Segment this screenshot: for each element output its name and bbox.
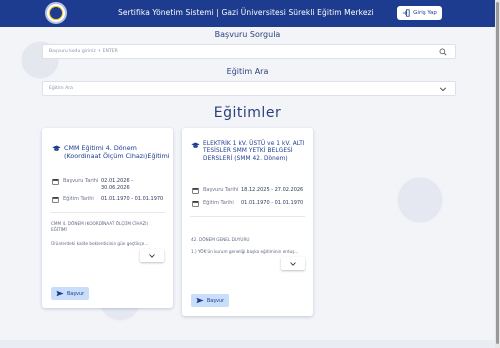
apply-button[interactable]: Başvur	[51, 287, 89, 300]
filter-section-title: Eğitim Ara	[226, 67, 269, 76]
login-button[interactable]: Giriş Yap	[397, 6, 442, 20]
chevron-down-icon	[149, 253, 155, 258]
scrollbar-thumb[interactable]	[496, 2, 499, 344]
chevron-down-icon[interactable]	[439, 85, 447, 93]
training-desc-title: 42. DÖNEM GENEL DUYURU	[191, 237, 250, 242]
apply-button[interactable]: Başvur	[191, 294, 229, 307]
apply-button-label: Başvur	[66, 290, 85, 297]
login-button-label: Giriş Yap	[413, 10, 437, 16]
top-header: Sertifika Yönetim Sistemi | Gazi Ünivers…	[0, 0, 495, 27]
training-card-title[interactable]: ELEKTRİK 1 kV. ÜSTÜ ve 1 kV. ALTI TESİSL…	[203, 141, 315, 163]
expand-button[interactable]	[140, 249, 164, 262]
university-logo[interactable]	[45, 2, 67, 24]
page-scrollbar[interactable]	[495, 0, 500, 348]
training-desc-text: 1.) YÖK'ün kurum geneli̇ği̇ başka eğitim…	[191, 249, 299, 254]
footer	[0, 340, 495, 348]
calendar-icon	[192, 188, 199, 194]
training-date-value: 01.01.1970 - 01.01.1970	[241, 200, 304, 206]
application-date-value: 18.12.2025 - 27.02.2026	[241, 187, 304, 193]
application-date-value: 02.01.2026 - 30.06.2026	[101, 178, 134, 191]
training-select[interactable]: Eğitim Ara	[42, 81, 456, 96]
calendar-icon	[192, 201, 199, 207]
training-date-label: Eğitim Tarihi	[203, 200, 234, 206]
page: Sertifika Yönetim Sistemi | Gazi Ünivers…	[0, 0, 495, 348]
application-date-label: Başvuru Tarihi	[203, 187, 239, 193]
training-date-label: Eğitim Tarihi	[63, 196, 94, 202]
graduation-cap-icon	[52, 145, 61, 151]
application-date-label: Başvuru Tarihi	[63, 178, 99, 184]
training-card-title[interactable]: CMM Eğitimi 4. Dönem (Koordinaat Ölçüm C…	[64, 144, 170, 160]
search-placeholder: Başvuru kodu giriniz + ENTER	[49, 49, 118, 54]
send-icon	[196, 297, 204, 304]
chevron-down-icon	[290, 261, 296, 266]
divider	[190, 216, 305, 217]
training-desc-text: Ürünlerdeki kalite beklentisinin gün geç…	[51, 241, 149, 246]
search-input[interactable]: Başvuru kodu giriniz + ENTER	[42, 44, 456, 59]
calendar-icon	[52, 179, 59, 185]
training-card: CMM Eğitimi 4. Dönem (Koordinaat Ölçüm C…	[42, 128, 173, 308]
apply-button-label: Başvur	[206, 297, 225, 304]
graduation-cap-icon	[191, 142, 200, 148]
training-select-value: Eğitim Ara	[49, 86, 73, 91]
send-icon	[56, 290, 64, 297]
search-icon[interactable]	[439, 48, 447, 56]
training-desc-title: CMM 4. DÖNEM (KOORDİNAAT ÖLÇÜM CİHAZI) E…	[51, 221, 149, 232]
divider	[50, 212, 165, 213]
training-date-value: 01.01.1970 - 01.01.1970	[101, 196, 164, 202]
search-section-title: Başvuru Sorgula	[214, 30, 281, 39]
trainings-title: Eğitimler	[213, 105, 282, 121]
training-card: ELEKTRİK 1 kV. ÜSTÜ ve 1 kV. ALTI TESİSL…	[182, 128, 313, 316]
header-title: Sertifika Yönetim Sistemi | Gazi Ünivers…	[118, 8, 374, 17]
expand-button[interactable]	[281, 257, 305, 270]
login-icon	[402, 9, 410, 17]
calendar-icon	[52, 197, 59, 203]
